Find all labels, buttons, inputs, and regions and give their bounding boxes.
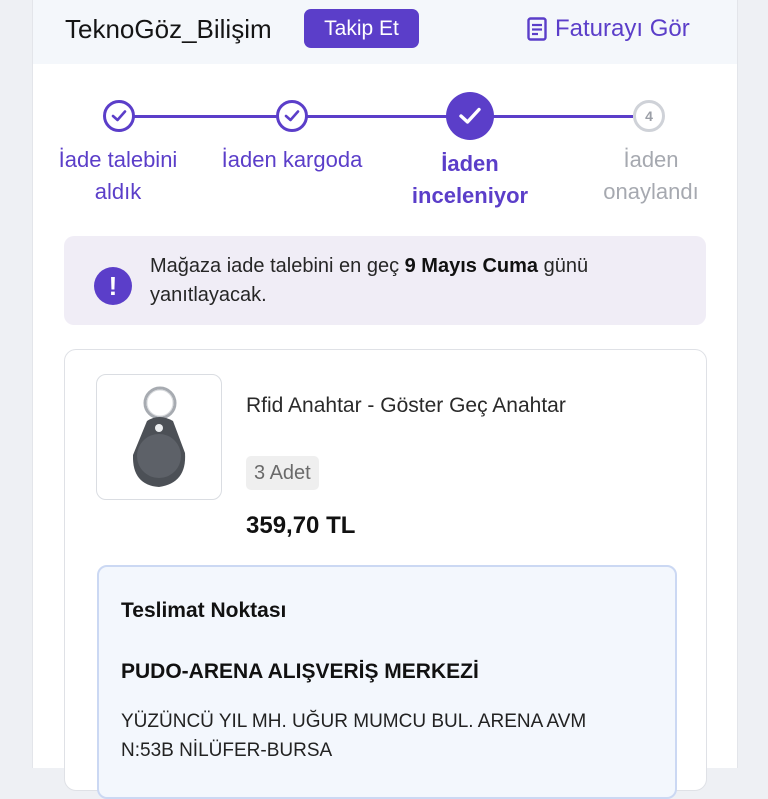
checkmark-icon <box>284 110 300 122</box>
store-name[interactable]: TeknoGöz_Bilişim <box>65 14 272 45</box>
step-2-done-circle <box>276 100 308 132</box>
delivery-address: YÜZÜNCÜ YIL MH. UĞUR MUMCU BUL. ARENA AV… <box>121 711 587 761</box>
follow-button[interactable]: Takip Et <box>304 9 419 48</box>
delivery-place-name: PUDO-ARENA ALIŞVERİŞ MERKEZİ <box>121 660 479 683</box>
delivery-point-box: Teslimat Noktası PUDO-ARENA ALIŞVERİŞ ME… <box>97 565 677 799</box>
step-2-label: İaden kargoda <box>221 147 363 172</box>
product-image[interactable] <box>96 374 222 500</box>
returned-product-card: Rfid Anahtar - Göster Geç Anahtar 3 Adet… <box>64 349 707 799</box>
store-header: TeknoGöz_Bilişim Takip Et Faturayı Gör <box>33 0 737 64</box>
exclamation-icon: ! <box>94 267 132 305</box>
step-1-done-circle <box>103 100 135 132</box>
step-1-label: İade talebini aldık <box>58 147 178 204</box>
document-icon <box>527 17 547 41</box>
response-deadline-notice: ! Mağaza iade talebini en geç 9 Mayıs Cu… <box>64 236 706 325</box>
deadline-date: 9 Mayıs Cuma <box>404 255 539 277</box>
step-connector-2 <box>307 115 465 118</box>
step-3-label: İaden inceleniyor <box>411 151 529 208</box>
step-connector-3 <box>493 115 633 118</box>
checkmark-icon <box>111 110 127 122</box>
step-4-number-circle: 4 <box>633 100 665 132</box>
product-price: 359,70 TL <box>246 512 356 539</box>
checkmark-icon <box>459 107 481 124</box>
step-connector-1 <box>133 115 291 118</box>
view-invoice-link[interactable]: Faturayı Gör <box>527 13 690 45</box>
delivery-title: Teslimat Noktası <box>121 599 287 622</box>
rfid-keyfob-icon <box>132 386 186 487</box>
return-detail-sheet: TeknoGöz_Bilişim Takip Et Faturayı Gör 4… <box>32 0 738 799</box>
step-3-active-circle <box>446 92 494 140</box>
product-name[interactable]: Rfid Anahtar - Göster Geç Anahtar <box>246 394 566 418</box>
notice-text: Mağaza iade talebini en geç 9 Mayıs Cuma… <box>150 255 589 306</box>
step-4-label: İaden onaylandı <box>603 147 699 204</box>
view-invoice-label: Faturayı Gör <box>555 15 690 42</box>
quantity-badge: 3 Adet <box>246 456 319 490</box>
